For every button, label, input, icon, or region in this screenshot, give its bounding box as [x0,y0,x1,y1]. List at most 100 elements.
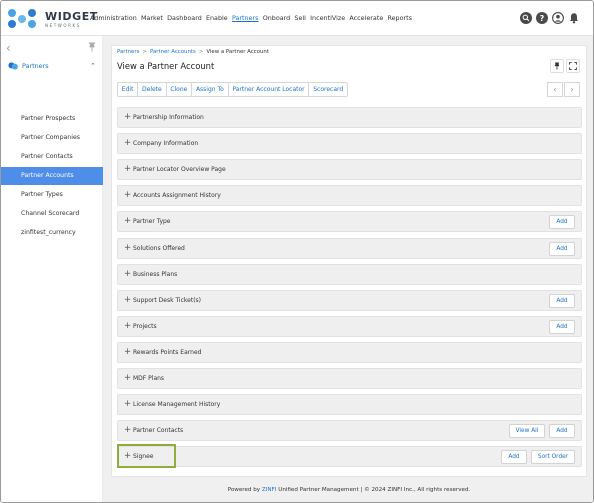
pin-button[interactable] [550,59,564,73]
user-icon[interactable] [552,12,564,24]
chevron-up-icon[interactable]: ⌃ [90,62,96,70]
nav-item-enable[interactable]: Enable [206,14,228,22]
panel-title: Partner Contacts [133,427,184,435]
plus-icon[interactable]: + [124,216,131,227]
chevron-left-icon[interactable]: ‹ [6,41,11,55]
scorecard-button[interactable]: Scorecard [309,83,347,96]
plus-icon[interactable]: + [124,399,131,410]
footer-brand[interactable]: ZINFI [262,487,277,493]
panel-support-desk-ticket-s[interactable]: + Support Desk Ticket(s) Add [117,289,582,311]
top-bar: WIDGET NETWORKS Administration Market Dash… [1,1,593,36]
nav-item-accelerate[interactable]: Accelerate [349,14,383,22]
sidebar-item-partner-accounts[interactable]: Partner Accounts [1,167,103,185]
breadcrumb-partner-accounts[interactable]: Partner Accounts [150,49,196,55]
panel-solutions-offered[interactable]: + Solutions Offered Add [117,237,582,259]
panel-partner-contacts[interactable]: + Partner Contacts Add View All [117,420,582,442]
plus-icon[interactable]: + [124,373,131,384]
pin-icon[interactable] [88,42,96,52]
solutions-offered-add-button[interactable]: Add [549,241,575,256]
page-title: View a Partner Account [117,61,215,71]
chevron-right-icon: › [570,85,574,94]
chevron-left-icon: ‹ [553,85,557,94]
panel-company-information[interactable]: + Company Information [117,133,582,155]
action-bar: Edit Delete Clone Assign To Partner Account … [117,82,348,97]
sidebar-item-partner-contacts[interactable]: Partner Contacts [1,148,103,166]
panel-mdf-plans[interactable]: + MDF Plans [117,368,582,389]
logo-mark-icon [8,9,36,28]
help-icon[interactable]: ? [536,12,548,24]
panel-license-management-history[interactable]: + License Management History [117,394,582,416]
assign-to-button[interactable]: Assign To [192,83,229,96]
sidebar-section-label: Partners [22,62,49,70]
panel-partner-locator-overview-page[interactable]: + Partner Locator Overview Page [117,159,582,181]
panel-signee[interactable]: + Signee Sort Order Add [117,446,582,468]
signee-add-button[interactable]: Add [501,450,527,465]
plus-icon[interactable]: + [124,138,131,149]
sidebar: ‹ Partners ⌃ Partner Prospects Partner Co… [1,36,103,502]
nav-item-sell[interactable]: Sell [294,14,306,22]
partner-type-add-button[interactable]: Add [549,215,575,230]
sidebar-item-partner-prospects[interactable]: Partner Prospects [1,110,103,128]
expand-button[interactable] [566,59,580,73]
content-card: Partners > Partner Accounts > View a Partner… [111,45,587,477]
panel-business-plans[interactable]: + Business Plans [117,263,582,285]
panel-partnership-information[interactable]: + Partnership Information [117,107,582,128]
plus-icon[interactable]: + [124,295,131,306]
breadcrumb-separator: > [142,49,147,55]
partner-account-locator-button[interactable]: Partner Account Locator [229,83,310,96]
panel-rewards-points-earned[interactable]: + Rewards Points Earned [117,341,582,363]
panel-title: Partner Locator Overview Page [133,166,226,174]
main-nav: Administration Market Dashboard Enable Partn… [90,14,416,22]
sidebar-section-partners[interactable]: Partners ⌃ [1,58,103,75]
panel-title: Company Information [133,140,199,148]
brand-logo[interactable]: WIDGET NETWORKS [7,7,97,31]
signee-sort-order-button[interactable]: Sort Order [531,450,575,465]
support-desk-ticket-s-add-button[interactable]: Add [549,293,575,308]
panel-title: Rewards Points Earned [133,348,202,356]
nav-item-administration[interactable]: Administration [90,14,137,22]
footer-text: Unified Partner Management | © 2024 ZINF… [278,487,471,493]
panel-accounts-assignment-history[interactable]: + Accounts Assignment History [117,185,582,207]
plus-icon[interactable]: + [124,243,131,254]
clone-button[interactable]: Clone [167,83,193,96]
plus-icon[interactable]: + [124,425,131,436]
plus-icon[interactable]: + [124,269,131,280]
nav-item-incentivize[interactable]: IncentiVize [310,14,345,22]
nav-item-market[interactable]: Market [141,14,163,22]
next-record-button[interactable]: › [564,82,580,97]
plus-icon[interactable]: + [124,321,131,332]
panel-projects[interactable]: + Projects Add [117,315,582,337]
main-content: Partners > Partner Accounts > View a Partner… [103,36,593,502]
plus-icon[interactable]: + [124,112,131,123]
plus-icon[interactable]: + [124,190,131,201]
prev-record-button[interactable]: ‹ [547,82,563,97]
search-icon[interactable] [520,12,532,24]
panel-title: MDF Plans [133,375,165,382]
sidebar-item-partner-companies[interactable]: Partner Companies [1,129,103,147]
nav-item-reports[interactable]: Reports [387,14,412,22]
bell-icon[interactable] [568,12,580,24]
nav-item-partners[interactable]: Partners [232,14,259,22]
panel-title: Partner Type [133,218,171,226]
panel-title: Solutions Offered [133,244,185,252]
breadcrumb-current: View a Partner Account [206,49,269,55]
footer: Powered by ZINFI Unified Partner Managem… [103,477,593,502]
projects-add-button[interactable]: Add [549,319,575,334]
sidebar-item-partner-types[interactable]: Partner Types [1,186,103,204]
nav-item-dashboard[interactable]: Dashboard [167,14,202,22]
sidebar-item-channel-scorecard[interactable]: Channel Scorecard [1,205,103,223]
svg-text:?: ? [540,14,545,23]
partner-contacts-add-button[interactable]: Add [549,424,575,439]
partner-contacts-view-all-button[interactable]: View All [509,424,545,439]
sidebar-item-zinfitest-currency[interactable]: zinfitest_currency [1,224,103,242]
breadcrumb-partners[interactable]: Partners [117,49,139,55]
delete-button[interactable]: Delete [138,83,167,96]
signee-highlight-box [117,444,176,468]
plus-icon[interactable]: + [124,347,131,358]
panel-partner-type[interactable]: + Partner Type Add [117,211,582,233]
nav-item-onboard[interactable]: Onboard [263,14,291,22]
edit-button[interactable]: Edit [118,83,139,96]
panel-title: Business Plans [133,270,178,278]
panel-title: Support Desk Ticket(s) [133,296,202,304]
plus-icon[interactable]: + [124,164,131,175]
